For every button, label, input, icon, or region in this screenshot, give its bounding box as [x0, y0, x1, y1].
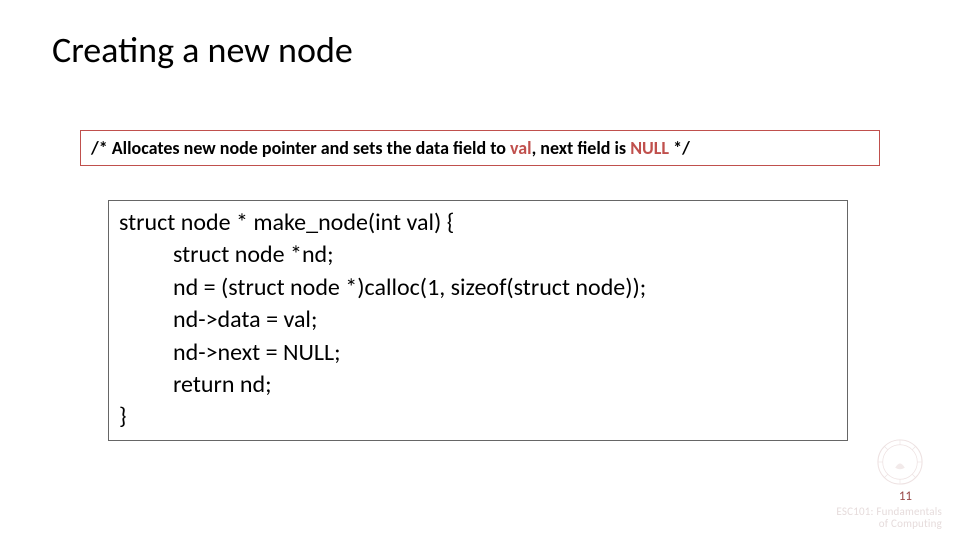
course-label: ESC101: Fundamentals of Computing [836, 506, 942, 530]
slide: Creating a new node /* Allocates new nod… [0, 0, 960, 540]
course-label-line2: of Computing [836, 518, 942, 530]
comment-prefix: /* Allocates new node pointer and sets t… [91, 137, 510, 159]
institution-seal-icon [876, 438, 924, 486]
comment-keyword-val: val [510, 137, 532, 159]
code-line-4: nd->data = val; [119, 304, 837, 336]
page-number: 11 [899, 489, 912, 504]
comment-mid: , next field is [532, 137, 631, 159]
slide-title: Creating a new node [52, 28, 353, 72]
code-line-1: struct node * make_node(int val) { [119, 207, 837, 239]
code-line-7: } [119, 401, 837, 433]
comment-box: /* Allocates new node pointer and sets t… [80, 130, 880, 166]
comment-suffix: */ [669, 137, 690, 159]
code-line-2: struct node *nd; [119, 239, 837, 271]
code-line-6: return nd; [119, 369, 837, 401]
comment-keyword-null: NULL [630, 137, 669, 159]
code-line-5: nd->next = NULL; [119, 337, 837, 369]
code-box: struct node * make_node(int val) { struc… [108, 200, 848, 441]
code-line-3: nd = (struct node *)calloc(1, sizeof(str… [119, 272, 837, 304]
